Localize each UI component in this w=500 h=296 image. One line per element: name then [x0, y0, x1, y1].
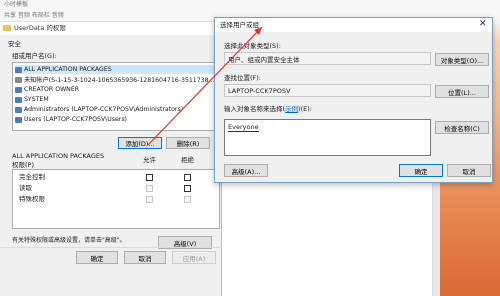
annotation-arrow: [147, 26, 263, 146]
